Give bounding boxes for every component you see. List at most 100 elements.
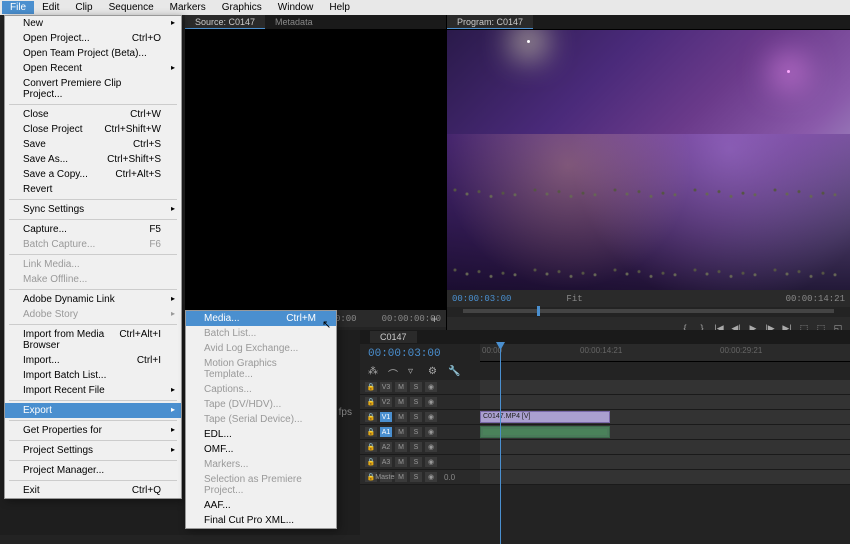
menu-item[interactable]: SaveCtrl+S	[5, 137, 181, 152]
eye-icon[interactable]: ◉	[425, 472, 437, 482]
menu-item[interactable]: Import Recent File	[5, 383, 181, 398]
track-toggle[interactable]: V2	[380, 397, 392, 407]
menu-item[interactable]: New	[5, 16, 181, 31]
settings-icon[interactable]: ⚙	[428, 366, 440, 378]
sequence-tab[interactable]: C0147	[370, 331, 417, 343]
track-row: 🔒V2MS◉	[360, 395, 850, 410]
solo-icon[interactable]: S	[410, 397, 422, 407]
track-toggle[interactable]: A3	[380, 457, 392, 467]
submenu-item[interactable]: AAF...	[186, 498, 336, 513]
solo-icon[interactable]: S	[410, 427, 422, 437]
menu-item[interactable]: Convert Premiere Clip Project...	[5, 76, 181, 102]
eye-icon[interactable]: ◉	[425, 412, 437, 422]
solo-icon[interactable]: S	[410, 472, 422, 482]
track-content[interactable]	[480, 440, 850, 454]
snap-icon[interactable]: ⁂	[368, 366, 380, 378]
lock-icon[interactable]: 🔒	[365, 397, 377, 407]
menu-item: Link Media...	[5, 257, 181, 272]
program-tc[interactable]: 00:00:03:00	[452, 294, 511, 304]
track-toggle[interactable]: V3	[380, 382, 392, 392]
timeline-ruler[interactable]: 00:00 00:00:14:21 00:00:29:21	[480, 344, 850, 362]
lock-icon[interactable]: 🔒	[365, 412, 377, 422]
submenu-item: Tape (Serial Device)...	[186, 412, 336, 427]
menu-item[interactable]: Sync Settings	[5, 202, 181, 217]
menu-item[interactable]: Save As...Ctrl+Shift+S	[5, 152, 181, 167]
timeline-tc[interactable]: 00:00:03:00	[360, 344, 480, 364]
eye-icon[interactable]: ◉	[425, 457, 437, 467]
menu-item[interactable]: Adobe Dynamic Link	[5, 292, 181, 307]
lock-icon[interactable]: 🔒	[365, 457, 377, 467]
mute-icon[interactable]: M	[395, 457, 407, 467]
menu-file[interactable]: File	[2, 1, 34, 14]
track-content[interactable]	[480, 380, 850, 394]
program-tab[interactable]: Program: C0147	[447, 15, 533, 29]
menu-item[interactable]: Open Recent	[5, 61, 181, 76]
menu-item[interactable]: Close ProjectCtrl+Shift+W	[5, 122, 181, 137]
menu-item[interactable]: Open Team Project (Beta)...	[5, 46, 181, 61]
track-content[interactable]	[480, 470, 850, 484]
mute-icon[interactable]: M	[395, 412, 407, 422]
track-toggle[interactable]: A1	[380, 427, 392, 437]
fit-label[interactable]: Fit	[566, 294, 582, 304]
submenu-item[interactable]: Final Cut Pro XML...	[186, 513, 336, 528]
menu-window[interactable]: Window	[270, 1, 322, 14]
track-content[interactable]	[480, 425, 850, 439]
track-content[interactable]	[480, 395, 850, 409]
solo-icon[interactable]: S	[410, 457, 422, 467]
export-submenu: Media...Ctrl+MBatch List...Avid Log Exch…	[185, 310, 337, 529]
cursor-icon: ↖	[322, 318, 331, 331]
timeline-panel: C0147 00:00:03:00 ⁂ ⌒ ▿ ⚙ 🔧 00:00 00:00:…	[360, 330, 850, 535]
track-toggle[interactable]: A2	[380, 442, 392, 452]
solo-icon[interactable]: S	[410, 412, 422, 422]
playhead[interactable]	[500, 344, 501, 544]
menu-edit[interactable]: Edit	[34, 1, 67, 14]
menu-item[interactable]: ExitCtrl+Q	[5, 483, 181, 498]
menu-help[interactable]: Help	[321, 1, 358, 14]
eye-icon[interactable]: ◉	[425, 442, 437, 452]
lock-icon[interactable]: 🔒	[365, 442, 377, 452]
program-monitor[interactable]	[447, 30, 850, 290]
eye-icon[interactable]: ◉	[425, 382, 437, 392]
lock-icon[interactable]: 🔒	[365, 382, 377, 392]
solo-icon[interactable]: S	[410, 442, 422, 452]
menu-item[interactable]: Import from Media BrowserCtrl+Alt+I	[5, 327, 181, 353]
menu-graphics[interactable]: Graphics	[214, 1, 270, 14]
menu-item[interactable]: Import...Ctrl+I	[5, 353, 181, 368]
program-scrubber[interactable]	[463, 309, 834, 313]
menu-item[interactable]: Export	[5, 403, 181, 418]
menu-item[interactable]: Import Batch List...	[5, 368, 181, 383]
source-tab[interactable]: Source: C0147	[185, 15, 265, 29]
track-toggle[interactable]: V1	[380, 412, 392, 422]
mute-icon[interactable]: M	[395, 397, 407, 407]
track-toggle[interactable]: Master	[380, 472, 392, 482]
menu-item[interactable]: Get Properties for	[5, 423, 181, 438]
track-content[interactable]	[480, 455, 850, 469]
mute-icon[interactable]: M	[395, 472, 407, 482]
mute-icon[interactable]: M	[395, 427, 407, 437]
mute-icon[interactable]: M	[395, 442, 407, 452]
menu-sequence[interactable]: Sequence	[101, 1, 162, 14]
eye-icon[interactable]: ◉	[425, 427, 437, 437]
menu-item[interactable]: Revert	[5, 182, 181, 197]
submenu-item[interactable]: EDL...	[186, 427, 336, 442]
menu-item[interactable]: Open Project...Ctrl+O	[5, 31, 181, 46]
eye-icon[interactable]: ◉	[425, 397, 437, 407]
solo-icon[interactable]: S	[410, 382, 422, 392]
submenu-item[interactable]: OMF...	[186, 442, 336, 457]
linked-icon[interactable]: ⌒	[388, 366, 400, 378]
menu-item[interactable]: Save a Copy...Ctrl+Alt+S	[5, 167, 181, 182]
track-content[interactable]: C0147.MP4 [V]	[480, 410, 850, 424]
add-icon[interactable]: +	[431, 312, 438, 326]
menu-item[interactable]: CloseCtrl+W	[5, 107, 181, 122]
menu-item[interactable]: Project Settings	[5, 443, 181, 458]
lock-icon[interactable]: 🔒	[365, 427, 377, 437]
submenu-item[interactable]: Media...Ctrl+M	[186, 311, 336, 326]
marker-icon[interactable]: ▿	[408, 366, 420, 378]
wrench-icon[interactable]: 🔧	[448, 366, 460, 378]
menu-markers[interactable]: Markers	[162, 1, 214, 14]
menu-item[interactable]: Project Manager...	[5, 463, 181, 478]
menu-item[interactable]: Capture...F5	[5, 222, 181, 237]
mute-icon[interactable]: M	[395, 382, 407, 392]
menu-clip[interactable]: Clip	[67, 1, 100, 14]
metadata-tab[interactable]: Metadata	[265, 15, 323, 29]
